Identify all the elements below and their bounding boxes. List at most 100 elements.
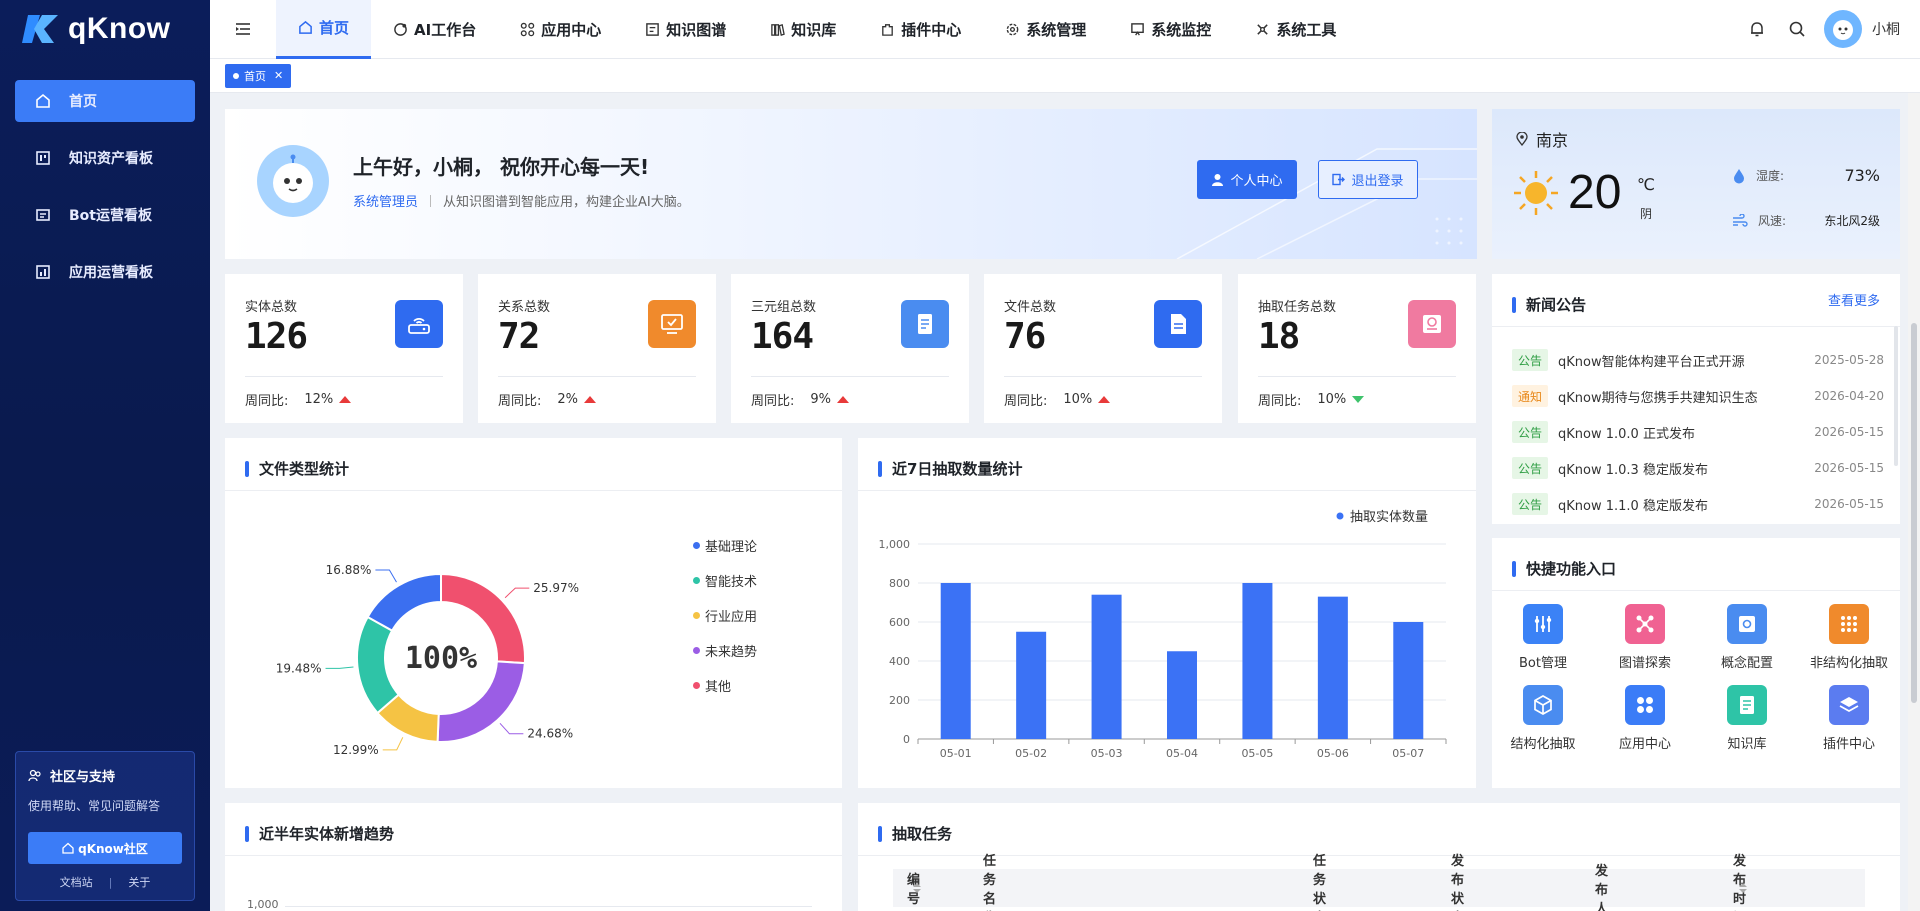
sidebar-item-home[interactable]: 首页 (15, 80, 195, 122)
humidity-value: 73% (1844, 166, 1880, 185)
page-scrollbar[interactable] (1908, 93, 1920, 911)
list-item[interactable]: 公告 qKnow 1.0.0 正式发布 2026-05-15 (1512, 414, 1884, 450)
search-icon[interactable] (1788, 20, 1806, 38)
stat-label: 抽取任务总数 (1258, 300, 1337, 315)
quick-plugin-center[interactable]: 插件中心 (1798, 685, 1900, 752)
nav-system-tools[interactable]: 系统工具 (1233, 0, 1358, 59)
legend-item[interactable]: 未来趋势 (693, 633, 757, 668)
quick-knowledge-base[interactable]: 知识库 (1696, 685, 1798, 752)
sidebar-item-app-board[interactable]: 应用运营看板 (15, 251, 195, 293)
community-button-label: qKnow社区 (78, 841, 148, 856)
week-label: 周同比: (751, 394, 795, 409)
quick-bot-manage[interactable]: Bot管理 (1492, 604, 1594, 671)
nav-system-monitor[interactable]: 系统监控 (1108, 0, 1233, 59)
view-more-link[interactable]: 查看更多 (1828, 290, 1880, 309)
nav-home[interactable]: 首页 (276, 0, 372, 59)
news-title[interactable]: qKnow 1.0.0 正式发布 (1558, 423, 1758, 442)
nav-plugin-center[interactable]: 插件中心 (858, 0, 983, 59)
legend-item[interactable]: 基础理论 (693, 528, 757, 563)
entity-trend-card: 近半年实体新增趋势 1,000 (225, 803, 842, 911)
news-title[interactable]: qKnow 1.0.3 稳定版发布 (1558, 459, 1758, 478)
file-icon (1154, 300, 1202, 348)
scrollbar[interactable] (1894, 326, 1898, 466)
section-title: 抽取任务 (878, 823, 952, 844)
list-item[interactable]: 通知 qKnow期待与您携手共建知识生态 2026-04-20 (1512, 378, 1884, 414)
docs-link[interactable]: 文档站 (60, 874, 93, 890)
bell-icon[interactable] (1748, 20, 1766, 38)
nav-label: 系统工具 (1276, 20, 1337, 39)
list-item[interactable]: 公告 qKnow智能体构建平台正式开源 2025-05-28 (1512, 342, 1884, 378)
stat-label: 三元组总数 (751, 300, 817, 315)
nav-label: AI工作台 (414, 20, 477, 39)
menu-fold-button[interactable] (210, 21, 276, 37)
quick-label: 应用中心 (1618, 737, 1671, 752)
quick-structured-extract[interactable]: 结构化抽取 (1492, 685, 1594, 752)
graph-icon (1625, 604, 1665, 644)
sort-icon[interactable] (913, 883, 921, 893)
avatar[interactable] (1824, 10, 1862, 48)
legend-item[interactable]: 智能技术 (693, 563, 757, 598)
quick-graph-explore[interactable]: 图谱探索 (1594, 604, 1696, 671)
news-badge: 公告 (1512, 493, 1549, 515)
legend-item[interactable]: 其他 (693, 668, 757, 703)
tab-home[interactable]: 首页 ✕ (225, 63, 292, 88)
nav-ai-workbench[interactable]: AI工作台 (371, 0, 498, 59)
task-glyph (1423, 315, 1441, 333)
greeting: 上午好，小桐， 祝你开心每一天! (353, 155, 650, 179)
book-icon (1727, 685, 1767, 725)
close-icon[interactable]: ✕ (274, 69, 283, 82)
sort-icon[interactable] (1739, 883, 1747, 893)
profile-button[interactable]: 个人中心 (1197, 160, 1297, 199)
monitor-icon (1131, 22, 1145, 35)
about-link[interactable]: 关于 (128, 874, 150, 890)
label-leader-line (325, 666, 354, 669)
home-icon (62, 842, 74, 854)
stat-card-relations: 关系总数 72 周同比: 2% (478, 274, 716, 423)
logout-button-label: 退出登录 (1351, 174, 1404, 189)
divider (225, 855, 842, 856)
nav-app-center[interactable]: 应用中心 (498, 0, 623, 59)
username[interactable]: 小桐 (1872, 19, 1900, 39)
support-links: 文档站 | 关于 (28, 874, 182, 890)
scrollbar-thumb[interactable] (1911, 323, 1917, 703)
quick-app-center[interactable]: 应用中心 (1594, 685, 1696, 752)
user-role: 系统管理员 (353, 195, 419, 210)
logout-button[interactable]: 退出登录 (1318, 160, 1418, 199)
list-item[interactable]: 公告 qKnow 1.0.3 稳定版发布 2026-05-15 (1512, 450, 1884, 486)
logo[interactable]: qKnow (0, 0, 210, 58)
column-label: 任务状态 (1313, 854, 1327, 907)
nav-knowledge-base[interactable]: 知识库 (748, 0, 858, 59)
stat-footer: 周同比: 10% (1258, 390, 1365, 409)
news-title[interactable]: qKnow智能体构建平台正式开源 (1558, 351, 1758, 370)
trend-up-icon (1098, 396, 1111, 403)
quick-unstructured-extract[interactable]: 非结构化抽取 (1798, 604, 1900, 671)
news-date: 2026-05-15 (1814, 461, 1884, 475)
stat-footer: 周同比: 2% (498, 390, 597, 409)
sidebar-item-label: 知识资产看板 (69, 151, 153, 167)
quick-concept-config[interactable]: 概念配置 (1696, 604, 1798, 671)
community-button[interactable]: qKnow社区 (28, 832, 182, 864)
apps-glyph (1637, 697, 1653, 713)
legend-dot (693, 577, 700, 584)
list-item[interactable]: 公告 qKnow 1.1.0 稳定版发布 2026-05-15 (1512, 486, 1884, 522)
nav-system-manage[interactable]: 系统管理 (983, 0, 1108, 59)
sidebar-item-knowledge-board[interactable]: 知识资产看板 (15, 137, 195, 179)
library-icon (771, 23, 786, 36)
y-tick-label: 600 (889, 616, 910, 629)
column-label: 发布时间 (1733, 854, 1747, 907)
sidebar-item-bot-board[interactable]: Bot运营看板 (15, 194, 195, 236)
support-title-text: 社区与支持 (50, 770, 116, 785)
news-title[interactable]: qKnow 1.1.0 稳定版发布 (1558, 495, 1758, 514)
gear-icon (1006, 23, 1019, 35)
tags-view: 首页 ✕ (210, 59, 1920, 93)
news-date: 2025-05-28 (1814, 353, 1884, 367)
week-pct: 2% (557, 392, 579, 407)
nav-knowledge-graph[interactable]: 知识图谱 (623, 0, 748, 59)
home-icon (36, 93, 50, 108)
stat-value: 76 (1004, 316, 1046, 357)
legend-item[interactable]: 行业应用 (693, 598, 757, 633)
label-leader-line (499, 722, 524, 735)
news-title[interactable]: qKnow期待与您携手共建知识生态 (1558, 387, 1758, 406)
grid-glyph (1841, 616, 1857, 632)
chart-bar (1242, 583, 1273, 739)
